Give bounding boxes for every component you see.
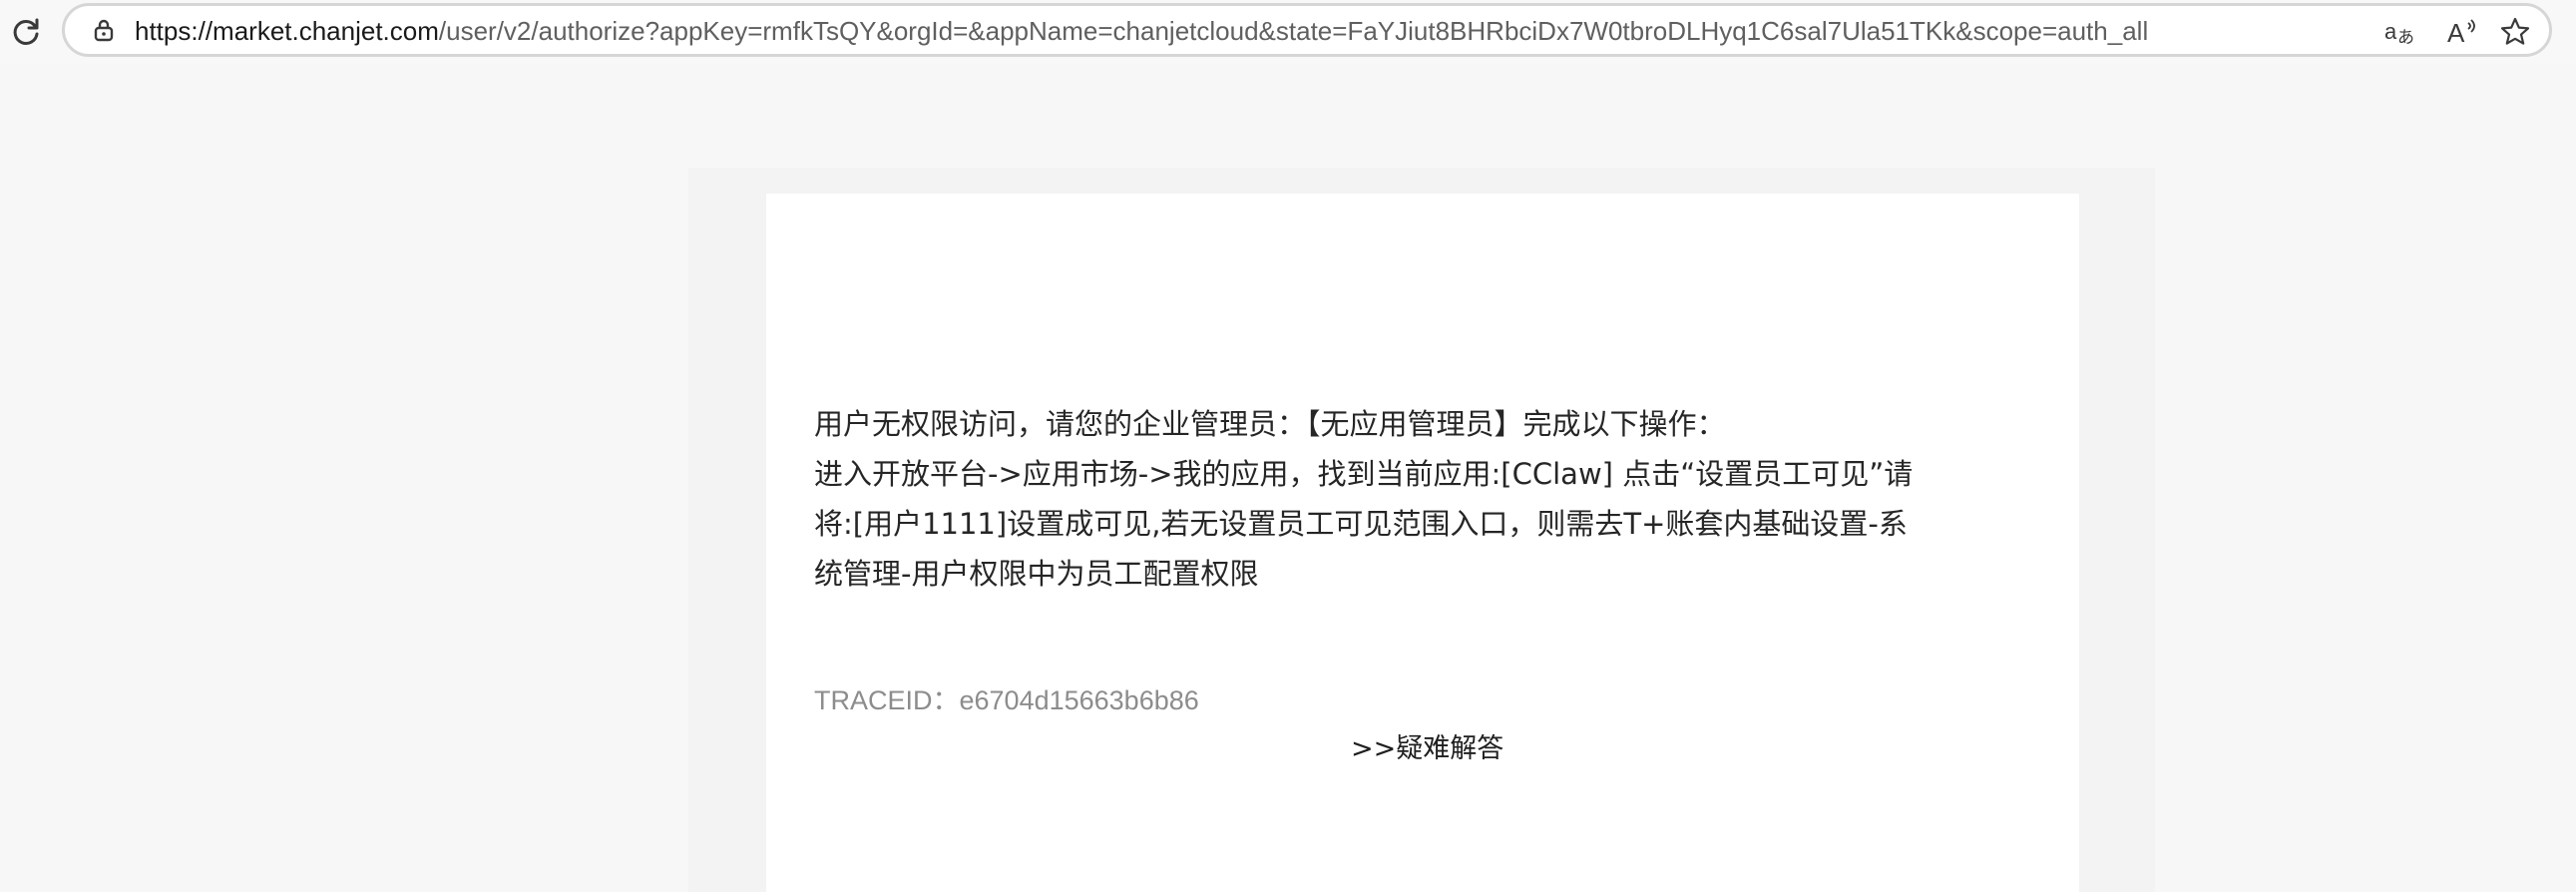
page-content: 用户无权限访问，请您的企业管理员：【无应用管理员】完成以下操作： 进入开放平台-… [0,64,2576,892]
favorite-button[interactable] [2495,12,2535,52]
error-card: 用户无权限访问，请您的企业管理员：【无应用管理员】完成以下操作： 进入开放平台-… [766,194,2079,892]
svg-text:あ: あ [2397,28,2414,47]
trace-id: TRACEID：e6704d15663b6b86 [814,685,1199,715]
faq-link[interactable]: >>疑难解答 [1351,726,1503,765]
message-line: 统管理-用户权限中为员工配置权限 [814,557,1259,591]
lock-icon [94,19,114,42]
svg-text:a: a [2384,19,2397,44]
permission-error-message: 用户无权限访问，请您的企业管理员：【无应用管理员】完成以下操作： 进入开放平台-… [814,399,2051,599]
message-line: 进入开放平台->应用市场->我的应用，找到当前应用:[CClaw] 点击“设置员… [814,457,1914,491]
read-aloud-icon: A [2447,18,2475,47]
address-bar[interactable]: https://market.chanjet.com/user/v2/autho… [62,3,2552,57]
message-line: 用户无权限访问，请您的企业管理员：【无应用管理员】完成以下操作： [814,407,1726,441]
browser-toolbar: https://market.chanjet.com/user/v2/autho… [0,0,2576,64]
read-aloud-button[interactable]: A [2443,12,2483,52]
url-text[interactable]: https://market.chanjet.com/user/v2/autho… [135,14,2148,48]
svg-text:A: A [2447,18,2465,47]
message-line: 将:[用户1111]设置成可见,若无设置员工可见范围入口，则需去T+账套内基础设… [814,507,1908,541]
translate-button[interactable]: a あ [2381,12,2421,52]
site-info-button[interactable] [91,17,117,43]
reload-icon [13,18,39,45]
translate-icon: a あ [2384,19,2414,47]
favorite-star-icon [2500,17,2530,45]
url-domain: https://market.chanjet.com [135,16,439,46]
url-path: /user/v2/authorize?appKey=rmfkTsQY&orgId… [438,16,2149,46]
reload-button[interactable] [0,0,52,64]
